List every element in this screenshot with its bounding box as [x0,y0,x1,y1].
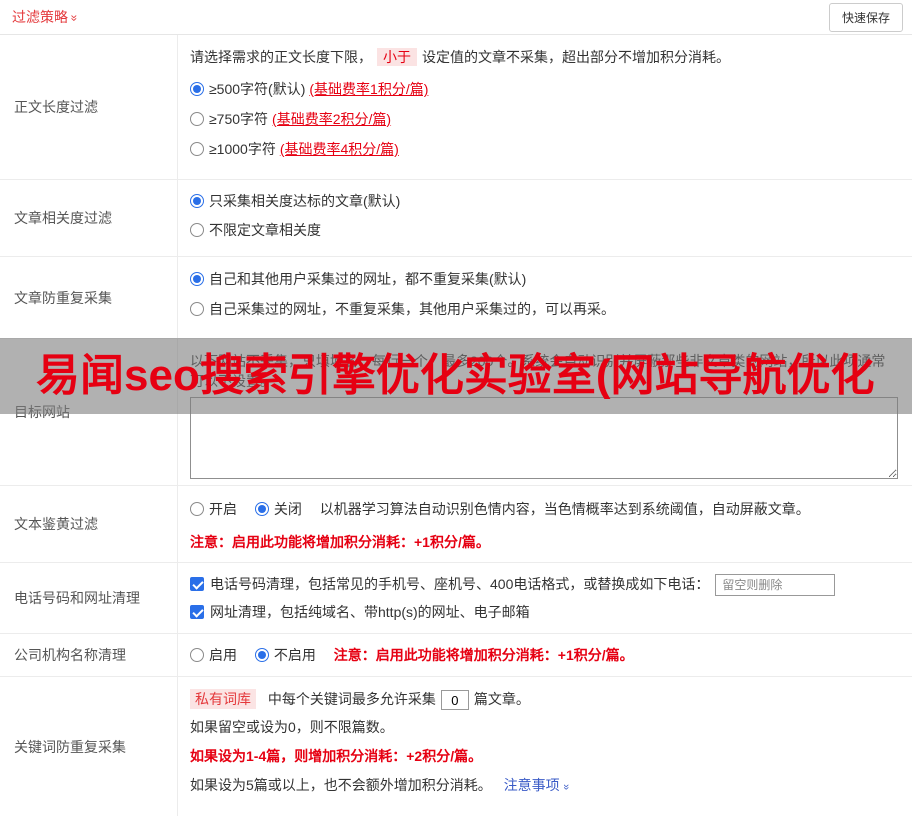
sites-description: 以下网站不采集，只填域名，每行一个，最多200个。系统会自动识别并屏蔽那些非文章… [190,353,886,389]
radio-porn-off[interactable]: 关闭 [254,501,302,517]
company-cost-note: 注意：启用此功能将增加积分消耗：+1积分/篇。 [333,647,634,663]
porn-cost-note: 注意：启用此功能将增加积分消耗：+1积分/篇。 [190,534,490,550]
fee-note: (基础费率2积分/篇) [272,111,392,127]
less-than-badge: 小于 [377,48,417,66]
keyword-note-empty: 如果留空或设为0，则不限篇数。 [190,719,394,735]
checkbox-url-cleanup[interactable]: 网址清理，包括纯域名、带http(s)的网址、电子邮箱 [190,600,898,624]
chevron-double-down-icon: » [559,783,572,791]
radio-dedup-global[interactable]: 自己和其他用户采集过的网址，都不重复采集(默认) [190,269,898,289]
row-label-target-sites: 目标网站 [0,339,178,485]
checkbox-icon[interactable] [190,605,204,619]
keyword-note-cost: 如果设为1-4篇，则增加积分消耗：+2积分/篇。 [190,748,483,764]
excluded-sites-textarea[interactable] [190,397,898,479]
row-label-dedup: 文章防重复采集 [0,257,178,338]
radio-dedup-self[interactable]: 自己采集过的网址，不重复采集，其他用户采集过的，可以再采。 [190,299,898,319]
notes-link[interactable]: 注意事项» [504,777,572,793]
row-company-cleanup: 公司机构名称清理 启用 不启用 注意：启用此功能将增加积分消耗：+1积分/篇。 [0,634,912,677]
row-body-length-filter: 正文长度过滤 请选择需求的正文长度下限， 小于 设定值的文章不采集，超出部分不增加积… [0,35,912,180]
row-label-relevance: 文章相关度过滤 [0,180,178,256]
length-intro: 请选择需求的正文长度下限， 小于 设定值的文章不采集，超出部分不增加积分消耗。 [190,48,730,66]
row-keyword-dedup: 关键词防重复采集 私有词库 中每个关键词最多允许采集篇文章。 如果留空或设为0，… [0,677,912,816]
keyword-note-five: 如果设为5篇或以上，也不会额外增加积分消耗。 注意事项» [190,775,898,797]
radio-icon[interactable] [190,502,204,516]
radio-icon[interactable] [190,82,204,96]
porn-description: 以机器学习算法自动识别色情内容，当色情概率达到系统阈值，自动屏蔽文章。 [319,501,810,517]
radio-icon[interactable] [190,223,204,237]
private-lexicon-link[interactable]: 私有词库 [190,689,256,709]
row-phone-url-cleanup: 电话号码和网址清理 电话号码清理，包括常见的手机号、座机号、400电话格式，或替… [0,563,912,634]
keyword-limit-line: 私有词库 中每个关键词最多允许采集篇文章。 [190,687,898,711]
topbar: 过滤策略» 快速保存 [0,0,912,35]
row-label-body-length: 正文长度过滤 [0,35,178,179]
radio-option-500[interactable]: ≥500字符(默认) (基础费率1积分/篇) [190,79,898,99]
radio-icon[interactable] [190,112,204,126]
row-label-keyword-dedup: 关键词防重复采集 [0,677,178,816]
radio-icon[interactable] [190,272,204,286]
radio-company-on[interactable]: 启用 [190,647,237,663]
fee-note: (基础费率4积分/篇) [279,141,399,157]
fee-note: (基础费率1积分/篇) [309,81,429,97]
radio-relevance-any[interactable]: 不限定文章相关度 [190,220,898,240]
keyword-limit-input[interactable] [440,690,469,711]
row-dedup-collection: 文章防重复采集 自己和其他用户采集过的网址，都不重复采集(默认) 自己采集过的网… [0,257,912,339]
replacement-phone-input[interactable] [715,574,836,597]
radio-icon[interactable] [190,302,204,316]
radio-porn-on[interactable]: 开启 [190,501,237,517]
checkbox-icon[interactable] [190,577,204,591]
chevron-double-down-icon: » [67,14,82,22]
row-label-phone-cleanup: 电话号码和网址清理 [0,563,178,633]
row-porn-filter: 文本鉴黄过滤 开启 关闭 以机器学习算法自动识别色情内容，当色情概率达到系统阈值… [0,486,912,563]
checkbox-phone-cleanup[interactable]: 电话号码清理，包括常见的手机号、座机号、400电话格式，或替换成如下电话： [190,572,898,597]
radio-icon[interactable] [254,502,269,516]
radio-icon[interactable] [190,648,204,662]
filter-strategy-toggle[interactable]: 过滤策略» [12,7,82,27]
quick-save-button[interactable]: 快速保存 [828,2,903,32]
row-label-porn: 文本鉴黄过滤 [0,486,178,562]
radio-relevance-strict[interactable]: 只采集相关度达标的文章(默认) [190,191,898,211]
radio-icon[interactable] [190,194,204,208]
page-title: 过滤策略 [12,9,68,25]
radio-option-1000[interactable]: ≥1000字符 (基础费率4积分/篇) [190,139,898,159]
radio-company-off[interactable]: 不启用 [254,647,316,663]
row-relevance-filter: 文章相关度过滤 只采集相关度达标的文章(默认) 不限定文章相关度 [0,180,912,257]
row-target-sites: 目标网站 以下网站不采集，只填域名，每行一个，最多200个。系统会自动识别并屏蔽… [0,339,912,486]
row-label-company-cleanup: 公司机构名称清理 [0,634,178,676]
radio-icon[interactable] [190,142,204,156]
radio-option-750[interactable]: ≥750字符 (基础费率2积分/篇) [190,109,898,129]
radio-icon[interactable] [254,648,269,662]
